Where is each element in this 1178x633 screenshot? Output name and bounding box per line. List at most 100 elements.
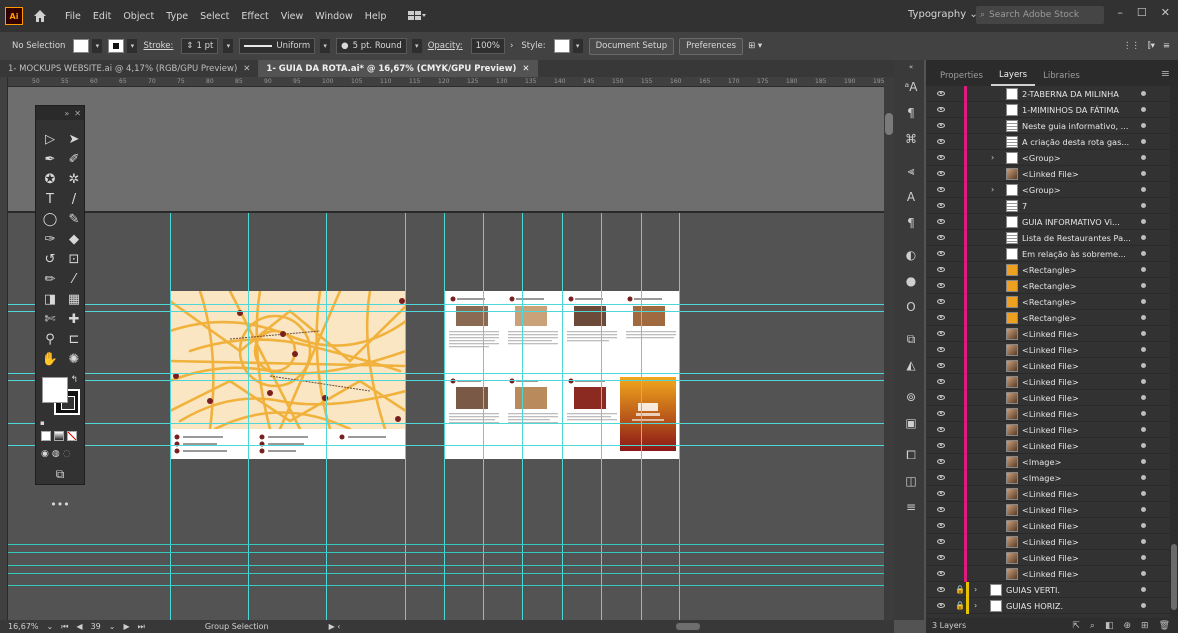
horizontal-guide[interactable] <box>8 304 884 305</box>
visibility-eye-icon[interactable] <box>937 523 945 528</box>
tab-layers[interactable]: Layers <box>990 66 1036 86</box>
visibility-eye-icon[interactable] <box>937 475 945 480</box>
visibility-eye-icon[interactable] <box>937 171 945 176</box>
fill-color-box[interactable] <box>42 377 68 403</box>
target-circle-icon[interactable] <box>1141 475 1146 480</box>
layer-name[interactable]: 7 <box>1022 201 1140 211</box>
transparency-panel-icon[interactable]: ◭ <box>894 352 928 378</box>
target-circle-icon[interactable] <box>1141 267 1146 272</box>
minimize-icon[interactable]: – <box>1117 6 1123 19</box>
layer-name[interactable]: GUIAS HORIZ. <box>1006 601 1124 611</box>
visibility-eye-icon[interactable] <box>937 347 945 352</box>
sublayer-row[interactable]: <Linked File> <box>926 358 1170 374</box>
gradient-tool-icon[interactable]: ◨ <box>39 290 61 309</box>
shaper-tool-icon[interactable]: ✑ <box>39 230 61 249</box>
expand-arrow-icon[interactable]: › <box>974 601 977 610</box>
draw-behind-icon[interactable]: ◍ <box>52 449 60 459</box>
target-circle-icon[interactable] <box>1141 587 1146 592</box>
layer-name[interactable]: <Linked File> <box>1022 377 1140 387</box>
tab-properties[interactable]: Properties <box>932 66 991 86</box>
menu-file[interactable]: File <box>65 11 81 22</box>
menu-window[interactable]: Window <box>315 11 352 22</box>
magic-wand-tool-icon[interactable]: ✲ <box>63 170 85 189</box>
sublayer-row[interactable]: <Linked File> <box>926 166 1170 182</box>
selection-tool-icon[interactable]: ▷ <box>39 130 61 149</box>
sublayer-row[interactable]: <Linked File> <box>926 342 1170 358</box>
vertical-ruler[interactable] <box>0 77 8 620</box>
transform-icon[interactable]: ⫿▾ <box>1148 41 1155 51</box>
eraser-tool-icon[interactable]: ◆ <box>63 230 85 249</box>
layer-row[interactable]: 🔒 › GUIAS HORIZ. <box>926 598 1170 614</box>
artboards-panel-icon[interactable]: ⧠ <box>894 442 928 468</box>
draw-normal-icon[interactable]: ◉ <box>41 449 49 459</box>
workspace-switcher[interactable]: Typography ⌄ <box>908 9 978 20</box>
menu-object[interactable]: Object <box>123 11 154 22</box>
layer-name[interactable]: Em relação às sobreme... <box>1022 249 1140 259</box>
target-circle-icon[interactable] <box>1141 459 1146 464</box>
layer-name[interactable]: <Linked File> <box>1022 505 1140 515</box>
draw-inside-icon[interactable]: ◌ <box>63 449 71 459</box>
align-icon[interactable]: ⋮⋮ <box>1123 41 1140 51</box>
close-icon[interactable]: ✕ <box>74 109 81 118</box>
curvature-tool-icon[interactable]: ✐ <box>63 150 85 169</box>
paragraph-panel-icon[interactable]: ¶ <box>894 210 928 236</box>
target-circle-icon[interactable] <box>1141 91 1146 96</box>
menu-type[interactable]: Type <box>166 11 188 22</box>
layer-name[interactable]: <Rectangle> <box>1022 281 1140 291</box>
sublayer-row[interactable]: <Linked File> <box>926 566 1170 582</box>
zoom-level[interactable]: 16,67% <box>8 622 39 631</box>
gradient-icon[interactable] <box>54 431 64 441</box>
panel-menu-icon[interactable]: ≡ <box>1163 41 1170 51</box>
color-icon[interactable] <box>41 431 51 441</box>
visibility-eye-icon[interactable] <box>937 571 945 576</box>
sublayer-row[interactable]: <Linked File> <box>926 422 1170 438</box>
horizontal-guide[interactable] <box>8 585 884 586</box>
rotate-tool-icon[interactable]: ↺ <box>39 250 61 269</box>
layer-name[interactable]: 1-MIMINHOS DA FÁTIMA <box>1022 105 1140 115</box>
visibility-eye-icon[interactable] <box>937 107 945 112</box>
vertical-guide[interactable] <box>326 213 327 620</box>
layer-name[interactable]: <Linked File> <box>1022 553 1140 563</box>
sublayer-row[interactable]: › <Group> <box>926 150 1170 166</box>
zoom-tool-icon[interactable]: ⚲ <box>39 330 61 349</box>
layer-name[interactable]: <Linked File> <box>1022 345 1140 355</box>
layer-name[interactable]: <Linked File> <box>1022 569 1140 579</box>
horizontal-guide[interactable] <box>8 565 884 566</box>
target-circle-icon[interactable] <box>1141 315 1146 320</box>
preferences-button[interactable]: Preferences <box>679 37 744 55</box>
sublayer-row[interactable]: <Rectangle> <box>926 278 1170 294</box>
sublayer-row[interactable]: <Linked File> <box>926 438 1170 454</box>
layer-name[interactable]: <Rectangle> <box>1022 313 1140 323</box>
direct-selection-tool-icon[interactable]: ➤ <box>63 130 85 149</box>
sublayer-row[interactable]: <Image> <box>926 470 1170 486</box>
sublayer-row[interactable]: <Linked File> <box>926 518 1170 534</box>
layer-name[interactable]: A criação desta rota gas... <box>1022 137 1140 147</box>
puppet-warp-tool-icon[interactable]: ✚ <box>63 310 85 329</box>
target-circle-icon[interactable] <box>1141 443 1146 448</box>
visibility-eye-icon[interactable] <box>937 331 945 336</box>
sublayer-row[interactable]: 1-MIMINHOS DA FÁTIMA <box>926 102 1170 118</box>
menu-edit[interactable]: Edit <box>93 11 111 22</box>
layer-name[interactable]: <Group> <box>1022 185 1140 195</box>
shape-builder-tool-icon[interactable]: ✄ <box>39 310 61 329</box>
layer-name[interactable]: <Linked File> <box>1022 521 1140 531</box>
layer-name[interactable]: <Rectangle> <box>1022 297 1140 307</box>
layer-name[interactable]: Lista de Restaurantes Pa... <box>1022 233 1140 243</box>
ellipse-tool-icon[interactable]: ◯ <box>39 210 61 229</box>
eyedropper-tool-icon[interactable]: ✏ <box>39 270 61 289</box>
layer-name[interactable]: <Linked File> <box>1022 393 1140 403</box>
expand-arrow-icon[interactable]: › <box>991 153 994 162</box>
visibility-eye-icon[interactable] <box>937 315 945 320</box>
target-circle-icon[interactable] <box>1141 411 1146 416</box>
vertical-guide[interactable] <box>405 213 406 620</box>
opacity-field[interactable]: 100% <box>470 38 505 54</box>
scroll-thumb[interactable] <box>1171 544 1177 610</box>
layer-name[interactable]: GUIA INFORMATIVO Vi... <box>1022 217 1140 227</box>
brush-dropdown[interactable]: ▾ <box>411 39 422 53</box>
layer-name[interactable]: <Image> <box>1022 473 1140 483</box>
vertical-guide[interactable] <box>679 213 680 620</box>
layer-row[interactable]: 🔒 › GUIAS VERTI. <box>926 582 1170 598</box>
menu-view[interactable]: View <box>281 11 304 22</box>
sublayer-row[interactable]: <Linked File> <box>926 534 1170 550</box>
fill-swatch[interactable] <box>73 39 90 53</box>
